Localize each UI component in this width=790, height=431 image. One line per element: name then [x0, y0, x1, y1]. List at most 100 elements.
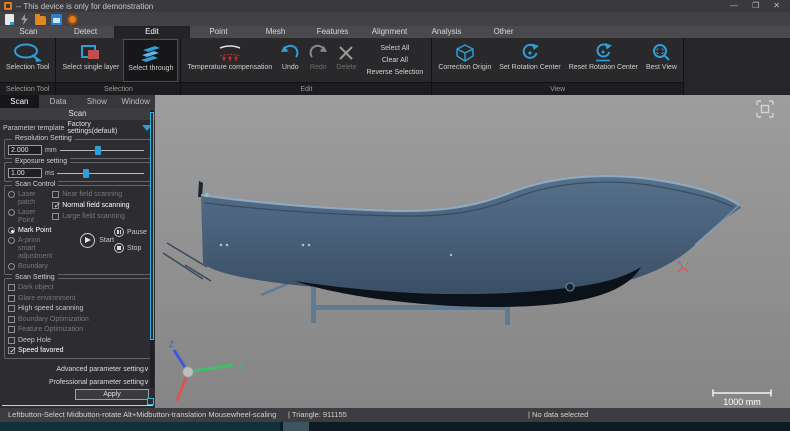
ribbon-toolbar: Selection Tool Selection Tool Select sin…	[0, 38, 790, 95]
tab-edit[interactable]: Edit	[114, 26, 190, 38]
bottom-strip-item	[283, 422, 309, 431]
select-single-layer-button[interactable]: Select single layer	[58, 39, 123, 82]
radio-apriori-smart-adjustment[interactable]: A-priori smart adjustment	[8, 237, 52, 261]
resolution-slider[interactable]	[60, 146, 144, 155]
stop-button[interactable]: Stop	[114, 243, 147, 253]
professional-parameter-setting-link[interactable]: Professional parameter setting∨	[49, 378, 149, 386]
check-deep-hole[interactable]: Deep Hole	[8, 337, 147, 345]
check-near-field-scanning[interactable]: Near field scanning	[52, 191, 151, 199]
status-bar: Leftbutton-Select Midbutton-rotate Alt+M…	[0, 408, 790, 422]
tab-mesh[interactable]: Mesh	[247, 26, 304, 38]
close-button[interactable]: ✕	[773, 0, 780, 12]
menu-tab-bar: Scan Detect Edit Point Mesh Features Ali…	[0, 26, 790, 38]
panel-scrollbar-thumb[interactable]	[150, 112, 154, 340]
pause-icon	[114, 227, 124, 237]
check-glare-environment[interactable]: Glare environment	[8, 295, 147, 303]
selection-tool-button[interactable]: Selection Tool	[2, 39, 53, 82]
exposure-setting-group: Exposure setting ms	[4, 162, 151, 182]
reset-rotation-center-button[interactable]: Reset Rotation Center	[565, 39, 642, 82]
tab-detect[interactable]: Detect	[57, 26, 114, 38]
select-through-button[interactable]: Select through	[123, 39, 178, 82]
ribbon-group-selection: Select single layer Select through Selec…	[56, 38, 181, 95]
cube-icon	[453, 42, 477, 64]
panel-tab-window[interactable]: Window	[116, 95, 155, 108]
resolution-input[interactable]	[8, 145, 42, 155]
stern-fitting	[205, 193, 209, 197]
bow-thruster-port	[566, 283, 574, 291]
open-folder-icon[interactable]	[35, 16, 46, 25]
quick-access-toolbar	[0, 12, 790, 26]
radio-mark-point[interactable]: Mark Point	[8, 227, 52, 235]
panel-tab-show[interactable]: Show	[78, 95, 117, 108]
check-high-speed-scanning[interactable]: High speed scanning	[8, 305, 147, 313]
viewport-3d-canvas[interactable]: Z Y 1000 mm	[155, 95, 790, 408]
exposure-slider-handle[interactable]	[83, 169, 89, 178]
undo-icon	[280, 42, 300, 64]
radio-boundary[interactable]: Boundary	[8, 263, 52, 271]
pause-button[interactable]: Pause	[114, 227, 147, 237]
clear-all-button[interactable]: Clear All	[367, 56, 424, 65]
tab-point[interactable]: Point	[190, 26, 247, 38]
delete-x-icon	[337, 42, 355, 64]
select-all-button[interactable]: Select All	[367, 44, 424, 53]
group-caption-edit: Edit	[181, 82, 431, 95]
ribbon-group-view: Correction Origin Set Rotation Center Re…	[432, 38, 684, 95]
correction-origin-button[interactable]: Correction Origin	[434, 39, 495, 82]
temperature-compensation-button[interactable]: Temperature compensation	[183, 39, 276, 82]
check-feature-optimization[interactable]: Feature Optimization	[8, 326, 147, 334]
axis-z-label: Z	[169, 340, 174, 349]
check-normal-field-scanning[interactable]: Normal field scanning	[52, 202, 151, 210]
panel-scrollbar[interactable]	[150, 110, 154, 388]
redo-icon	[308, 42, 328, 64]
panel-scroll-box[interactable]	[147, 398, 154, 405]
title-bar: -- This device is only for demonstration…	[0, 0, 790, 12]
tab-features[interactable]: Features	[304, 26, 361, 38]
device-settings-icon[interactable]	[67, 14, 78, 25]
minimize-button[interactable]: —	[730, 0, 738, 12]
new-file-icon[interactable]	[5, 14, 14, 25]
tab-scan[interactable]: Scan	[0, 26, 57, 38]
group-caption-selection: Selection	[56, 82, 180, 95]
scan-control-group: Scan Control Laser patch Laser Point Mar…	[4, 185, 151, 275]
resolution-slider-handle[interactable]	[95, 146, 101, 155]
check-dark-object[interactable]: Dark object	[8, 284, 147, 292]
tab-other[interactable]: Other	[475, 26, 532, 38]
check-speed-favored[interactable]: Speed favored	[8, 347, 147, 355]
best-view-button[interactable]: Best View	[642, 39, 681, 82]
exposure-slider[interactable]	[57, 169, 144, 178]
panel-tab-data[interactable]: Data	[39, 95, 78, 108]
scanner-app-window: -- This device is only for demonstration…	[0, 0, 790, 431]
advanced-parameter-setting-link[interactable]: Advanced parameter setting∨	[56, 365, 149, 373]
check-large-field-scanning[interactable]: Large field scanning	[52, 213, 151, 221]
mouse-hint-text: Leftbutton-Select Midbutton-rotate Alt+M…	[8, 408, 276, 422]
parameter-template-dropdown[interactable]: Factory settings(default)	[67, 121, 152, 135]
stop-icon	[114, 243, 124, 253]
save-icon[interactable]	[51, 14, 62, 25]
delete-button[interactable]: Delete	[332, 39, 360, 82]
maximize-button[interactable]: ❐	[752, 0, 759, 12]
reverse-selection-button[interactable]: Reverse Selection	[367, 68, 424, 77]
device-connect-icon[interactable]	[19, 14, 30, 25]
exposure-input[interactable]	[8, 168, 42, 178]
panel-divider	[2, 405, 153, 406]
tab-alignment[interactable]: Alignment	[361, 26, 418, 38]
magnifier-icon	[651, 42, 671, 64]
radio-laser-patch[interactable]: Laser patch	[8, 191, 52, 207]
panel-tab-bar: Scan Data Show Window	[0, 95, 155, 108]
group-caption-selection-tool: Selection Tool	[0, 82, 55, 95]
apply-button[interactable]: Apply	[75, 389, 149, 400]
rotate-center-icon	[520, 42, 540, 64]
start-scan-button[interactable]: Start	[80, 233, 114, 248]
redo-button[interactable]: Redo	[304, 39, 332, 82]
set-rotation-center-button[interactable]: Set Rotation Center	[495, 39, 564, 82]
tab-analysis[interactable]: Analysis	[418, 26, 475, 38]
group-caption-view: View	[432, 82, 683, 95]
panel-tab-scan[interactable]: Scan	[0, 95, 39, 108]
radio-laser-point[interactable]: Laser Point	[8, 209, 52, 225]
undo-button[interactable]: Undo	[276, 39, 304, 82]
app-logo-icon	[4, 2, 12, 10]
rotate-center-reset-icon	[593, 42, 613, 64]
play-icon	[80, 233, 95, 248]
check-boundary-optimization[interactable]: Boundary Optimization	[8, 316, 147, 324]
layers-icon	[138, 43, 164, 65]
